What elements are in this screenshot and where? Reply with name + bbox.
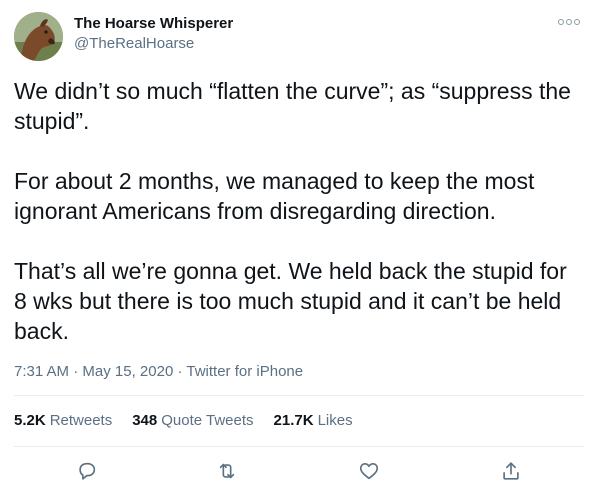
author-display-name[interactable]: The Hoarse Whisperer [74, 14, 233, 34]
meta-separator: · [73, 363, 79, 380]
tweet-time: 7:31 AM [14, 363, 70, 380]
tweet-date: May 15, 2020 [82, 363, 174, 380]
divider [14, 446, 584, 447]
divider [14, 395, 584, 396]
retweets-stat[interactable]: 5.2K Retweets [14, 411, 112, 431]
quote-tweets-stat[interactable]: 348 Quote Tweets [132, 411, 253, 431]
tweet-paragraph: For about 2 months, we managed to keep t… [14, 168, 535, 224]
horse-avatar-icon[interactable] [14, 12, 63, 61]
tweet-header: The Hoarse Whisperer @TheRealHoarse [14, 10, 584, 62]
quote-tweets-count: 348 [132, 412, 158, 429]
tweet-time-link[interactable]: 7:31 AM · May 15, 2020 [14, 363, 173, 380]
tweet-actions [14, 456, 584, 488]
share-icon[interactable] [498, 458, 524, 484]
tweet-stats: 5.2K Retweets 348 Quote Tweets 21.7K Likes [14, 411, 353, 431]
retweets-count: 5.2K [14, 412, 46, 429]
more-icon[interactable] [558, 16, 580, 28]
tweet-paragraph: That’s all we’re gonna get. We held back… [14, 258, 567, 344]
meta-separator: · [177, 363, 183, 380]
tweet-source-link[interactable]: Twitter for iPhone [186, 363, 303, 380]
retweet-icon[interactable] [214, 458, 240, 484]
tweet-paragraph: We didn’t so much “flatten the curve”; a… [14, 78, 571, 134]
likes-stat[interactable]: 21.7K Likes [274, 411, 353, 431]
likes-count: 21.7K [273, 412, 314, 429]
retweets-label: Retweets [49, 412, 113, 429]
reply-icon[interactable] [74, 458, 100, 484]
quote-tweets-label: Quote Tweets [161, 412, 254, 429]
tweet-meta: 7:31 AM · May 15, 2020 · Twitter for iPh… [14, 362, 303, 382]
like-icon[interactable] [356, 458, 382, 484]
tweet-text: We didn’t so much “flatten the curve”; a… [14, 76, 584, 346]
author-handle[interactable]: @TheRealHoarse [74, 34, 233, 54]
likes-label: Likes [317, 412, 353, 429]
author-names: The Hoarse Whisperer @TheRealHoarse [74, 14, 233, 54]
